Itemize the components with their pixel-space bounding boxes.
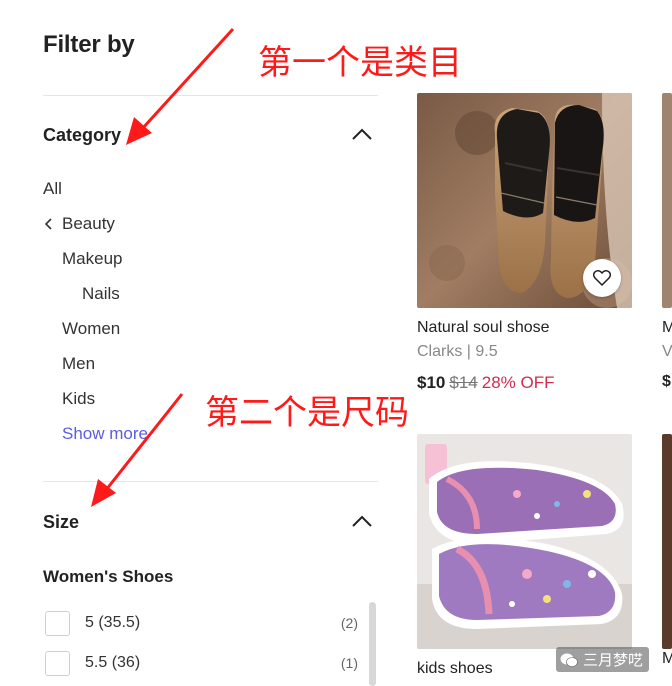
- category-item-all[interactable]: All: [43, 179, 62, 199]
- product-brand-size: Clarks | 9.5: [417, 343, 498, 360]
- product-title[interactable]: M: [662, 319, 672, 337]
- filter-scrollbar[interactable]: [369, 602, 376, 686]
- current-price: $: [662, 373, 671, 390]
- annotation-arrow-icon: [91, 393, 184, 507]
- product-brand-size: V: [662, 343, 672, 360]
- product-price: $10 $14 28% OFF: [417, 373, 555, 393]
- product-image[interactable]: [417, 434, 632, 649]
- category-item-beauty[interactable]: Beauty: [62, 214, 115, 234]
- page: Filter by Category All Beauty Makeup Nai…: [0, 0, 672, 686]
- chevron-left-icon[interactable]: [44, 216, 53, 235]
- wechat-icon: [560, 653, 578, 667]
- category-item-nails[interactable]: Nails: [82, 284, 120, 304]
- size-checkbox[interactable]: [45, 651, 70, 676]
- size-checkbox[interactable]: [45, 611, 70, 636]
- watermark: 三月梦呓: [556, 647, 650, 672]
- chevron-up-icon[interactable]: [352, 514, 372, 530]
- current-price: $10: [417, 373, 446, 392]
- favorite-heart-icon[interactable]: [583, 259, 621, 297]
- category-item-makeup[interactable]: Makeup: [62, 249, 122, 269]
- size-option[interactable]: 5 (35.5) (2): [43, 611, 358, 637]
- size-option-label: 5.5 (36): [85, 654, 141, 671]
- product-image[interactable]: [662, 93, 672, 308]
- product-title[interactable]: M: [662, 650, 672, 668]
- product-title[interactable]: Natural soul shose: [417, 319, 550, 337]
- discount-label: 28% OFF: [481, 373, 555, 392]
- category-heading[interactable]: Category: [43, 125, 121, 146]
- size-option-count: (1): [340, 655, 358, 671]
- category-item-women[interactable]: Women: [62, 319, 120, 339]
- category-item-men[interactable]: Men: [62, 354, 95, 374]
- product-title[interactable]: kids shoes: [417, 660, 493, 678]
- original-price: $14: [449, 373, 478, 392]
- size-option-count: (2): [340, 615, 358, 631]
- size-option[interactable]: 5.5 (36) (1): [43, 651, 358, 677]
- chevron-up-icon[interactable]: [352, 127, 372, 143]
- annotation-size: 第二个是尺码: [205, 393, 409, 433]
- annotation-arrow-icon: [126, 27, 235, 145]
- size-option-label: 5 (35.5): [85, 614, 141, 631]
- size-heading[interactable]: Size: [43, 512, 79, 533]
- size-subheading: Women's Shoes: [43, 567, 174, 586]
- watermark-text: 三月梦呓: [583, 652, 644, 669]
- annotation-category: 第一个是类目: [258, 43, 462, 83]
- product-image[interactable]: [662, 434, 672, 649]
